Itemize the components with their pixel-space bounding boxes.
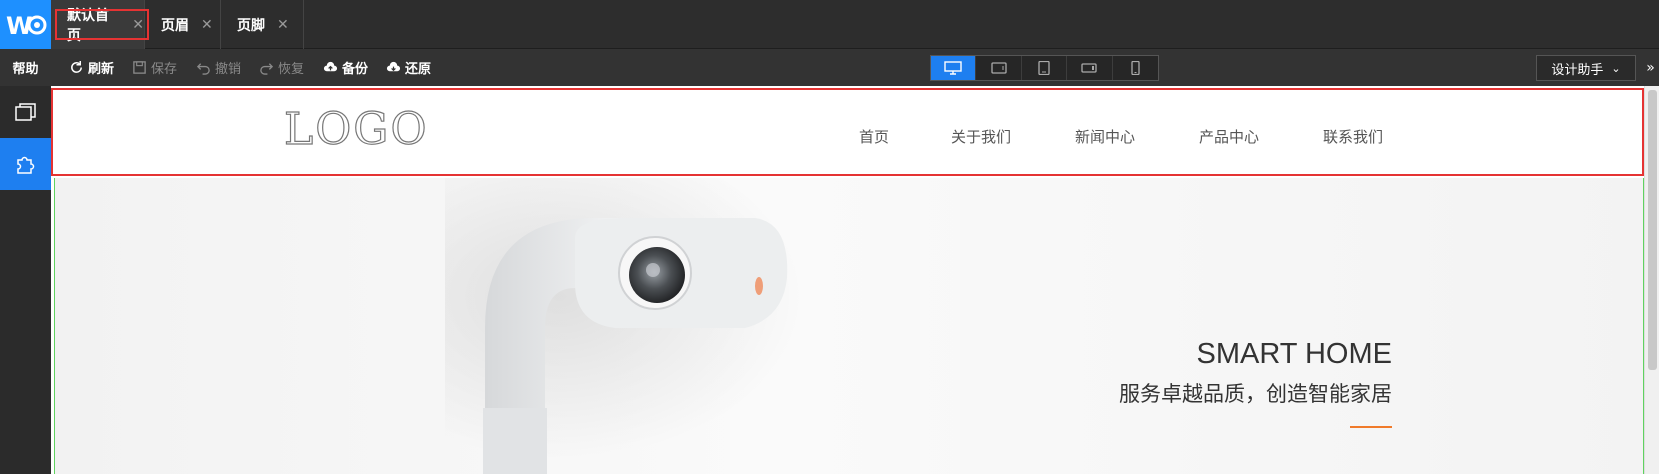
save-label: 保存 [151, 62, 178, 77]
restore-button[interactable]: 还原 [386, 49, 431, 86]
refresh-icon [71, 60, 82, 73]
tab-header[interactable]: 页眉 ✕ [145, 0, 221, 49]
tab-label: 默认首页 [67, 7, 109, 44]
device-phone-landscape[interactable] [1067, 56, 1113, 80]
tab-label: 页脚 [237, 17, 265, 34]
toolbar: 帮助 刷新 保存 撤销 恢复 备份 还原 设计助手 ⌄ » [0, 49, 1659, 86]
backup-button[interactable]: 备份 [323, 49, 368, 86]
close-icon[interactable]: ✕ [277, 17, 289, 33]
device-switcher [930, 55, 1159, 81]
sidebar-item-plugins[interactable] [0, 138, 51, 190]
device-desktop[interactable] [931, 56, 977, 80]
chevron-down-icon: ⌄ [1611, 61, 1621, 75]
help-button[interactable]: 帮助 [0, 49, 51, 86]
hero-accent-line [1350, 426, 1392, 428]
layers-icon [14, 103, 36, 121]
nav-item-products[interactable]: 产品中心 [1199, 126, 1259, 147]
refresh-button[interactable]: 刷新 [69, 49, 114, 86]
brand-logo[interactable]: W [0, 0, 51, 49]
scrollbar-thumb[interactable] [1648, 90, 1657, 370]
left-sidebar [0, 86, 51, 474]
tablet-icon [1038, 61, 1050, 75]
restore-label: 还原 [405, 62, 432, 77]
desktop-icon [944, 61, 962, 75]
tab-bar: W 默认首页 ✕ 页眉 ✕ 页脚 ✕ [0, 0, 1659, 49]
device-tablet[interactable] [1022, 56, 1068, 80]
site-header[interactable]: LOGO 首页 关于我们 新闻中心 产品中心 联系我们 [51, 86, 1644, 178]
nav-item-contact[interactable]: 联系我们 [1323, 126, 1383, 147]
nav-item-about[interactable]: 关于我们 [951, 126, 1011, 147]
smart-camera-image [483, 218, 788, 474]
device-phone[interactable] [1113, 56, 1158, 80]
tab-footer[interactable]: 页脚 ✕ [221, 0, 304, 49]
brand-icon: W [6, 12, 46, 40]
redo-icon [260, 63, 274, 75]
hero-banner[interactable]: SMART HOME 服务卓越品质，创造智能家居 [54, 178, 1644, 474]
canvas-scrollbar[interactable] [1644, 86, 1659, 474]
editor-app: W 默认首页 ✕ 页眉 ✕ 页脚 ✕ 帮助 刷新 保存 撤销 恢复 备份 还原 … [0, 0, 1659, 474]
sidebar-item-layers[interactable] [0, 86, 51, 138]
plugin-icon [16, 156, 34, 174]
phone-landscape-icon [1081, 63, 1098, 73]
design-canvas[interactable]: LOGO 首页 关于我们 新闻中心 产品中心 联系我们 SMART HOME 服… [51, 86, 1659, 474]
close-icon[interactable]: ✕ [132, 17, 144, 33]
refresh-label: 刷新 [88, 62, 115, 77]
expand-more-icon[interactable]: » [1642, 49, 1659, 86]
design-assistant-dropdown[interactable]: 设计助手 ⌄ [1536, 55, 1636, 81]
tab-label: 页眉 [161, 17, 189, 34]
cloud-upload-icon [323, 61, 338, 72]
nav-item-news[interactable]: 新闻中心 [1075, 126, 1135, 147]
undo-button[interactable]: 撤销 [196, 49, 241, 86]
nav-item-home[interactable]: 首页 [859, 126, 889, 147]
save-icon [133, 61, 146, 74]
backup-label: 备份 [342, 62, 369, 77]
redo-label: 恢复 [278, 62, 305, 77]
tab-default-home[interactable]: 默认首页 ✕ [51, 0, 149, 49]
undo-label: 撤销 [215, 62, 242, 77]
save-button[interactable]: 保存 [132, 49, 177, 86]
tablet-landscape-icon [990, 62, 1007, 74]
hero-title: SMART HOME [1196, 338, 1392, 370]
assistant-label: 设计助手 [1551, 62, 1604, 78]
hero-subtitle: 服务卓越品质，创造智能家居 [1119, 382, 1392, 406]
site-logo[interactable]: LOGO [283, 107, 429, 152]
close-icon[interactable]: ✕ [201, 17, 213, 33]
redo-button[interactable]: 恢复 [259, 49, 304, 86]
cloud-download-icon [386, 61, 401, 72]
phone-icon [1131, 61, 1140, 75]
device-tablet-landscape[interactable] [976, 56, 1022, 80]
undo-icon [196, 63, 210, 75]
